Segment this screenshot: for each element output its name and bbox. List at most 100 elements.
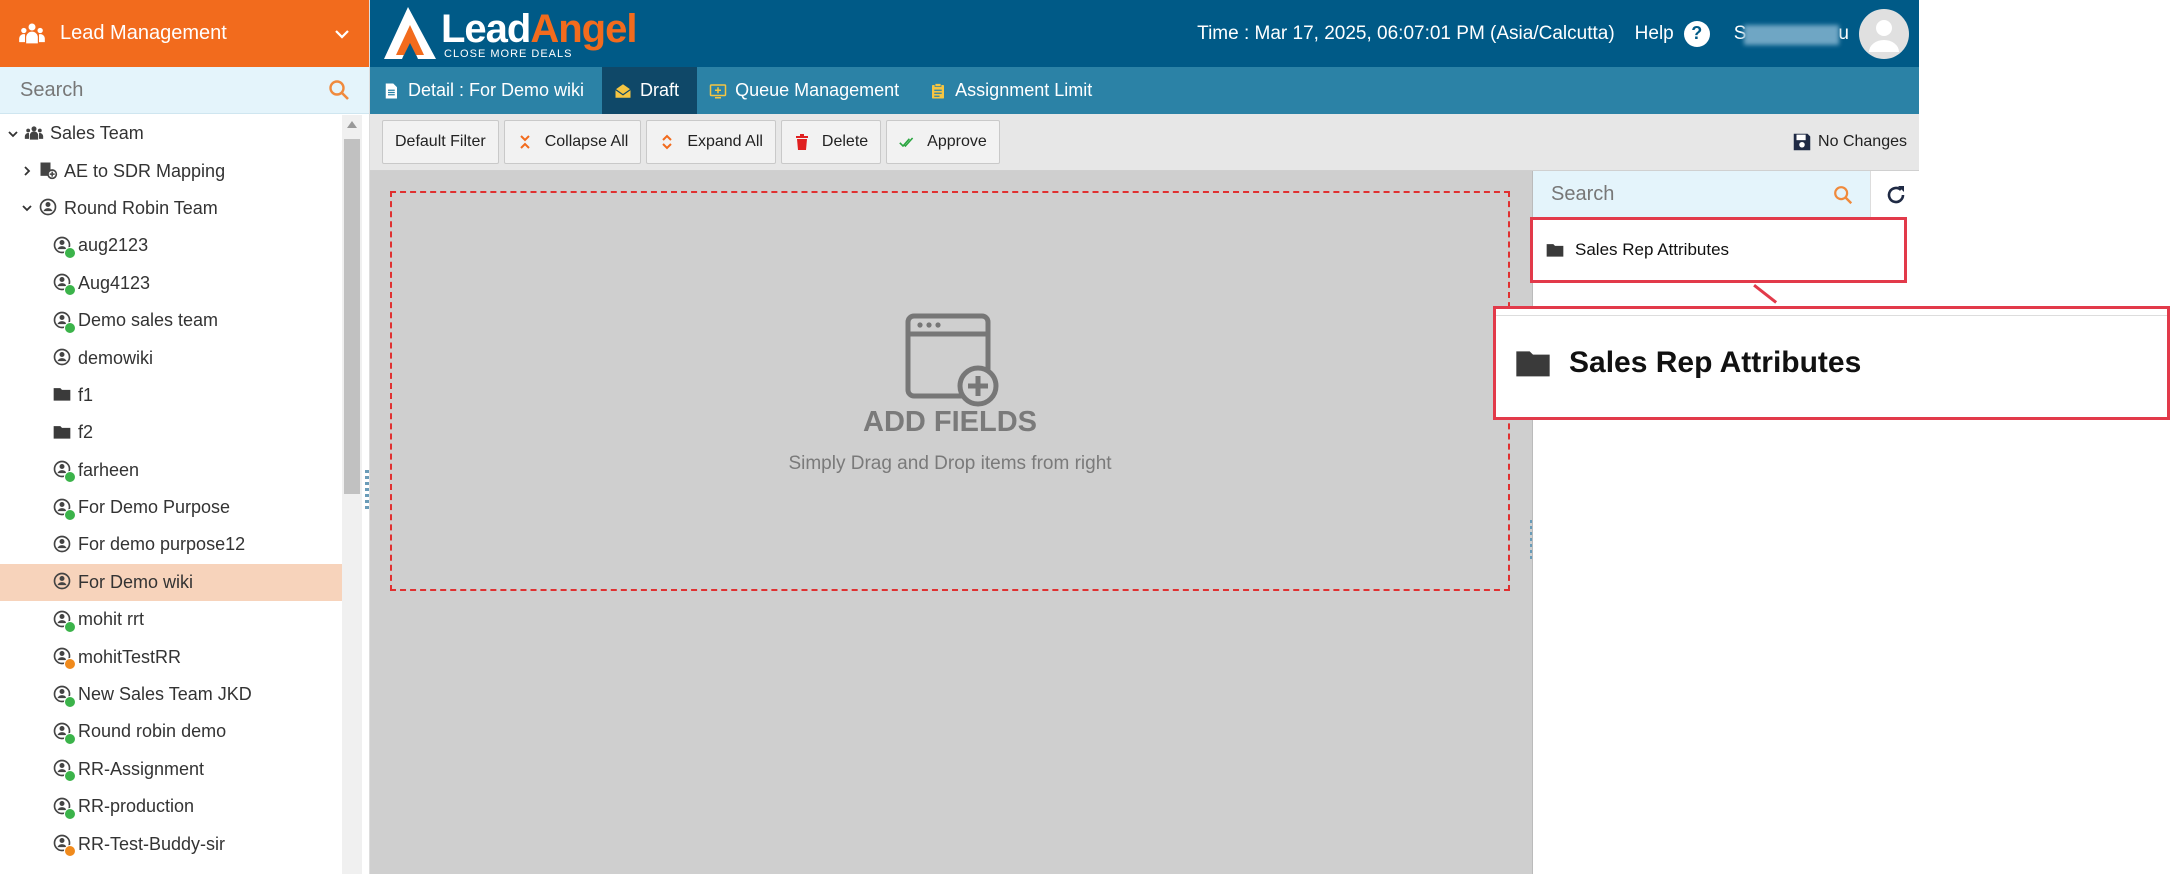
team-icon bbox=[24, 123, 46, 145]
tab-assignment-limit[interactable]: Assignment Limit bbox=[917, 67, 1110, 114]
tree-item-label: Round Robin Team bbox=[64, 197, 218, 218]
tree-item[interactable]: AE to SDR Mapping bbox=[0, 152, 342, 189]
tree-item[interactable]: aug2123 bbox=[0, 227, 342, 264]
tree-item[interactable]: RR-Test-Buddy-sir bbox=[0, 825, 342, 862]
tree-item-label: For Demo wiki bbox=[78, 571, 194, 592]
tree-item-label: Sales Team bbox=[50, 123, 144, 144]
user-menu[interactable]: Su bbox=[1734, 8, 1909, 59]
expand-all-button[interactable]: Expand All bbox=[646, 120, 776, 164]
sidebar-search-input[interactable] bbox=[18, 77, 327, 103]
tree-item-label: Round robin demo bbox=[78, 721, 227, 742]
chevron-right-icon[interactable] bbox=[20, 164, 34, 178]
round-robin-icon bbox=[52, 310, 76, 334]
tree-item[interactable]: mohitTestRR bbox=[0, 638, 342, 675]
add-fields-dropzone[interactable]: ADD FIELDS Simply Drag and Drop items fr… bbox=[390, 191, 1510, 591]
help-link[interactable]: Help ? bbox=[1635, 20, 1710, 47]
tree-item[interactable]: Aug4123 bbox=[0, 265, 342, 302]
tree-item-label: For Demo Purpose bbox=[78, 497, 231, 518]
round-robin-icon bbox=[52, 758, 76, 783]
module-switcher[interactable]: Lead Management bbox=[0, 0, 369, 67]
brand-lead: Lead bbox=[441, 7, 531, 51]
attribute-search bbox=[1533, 171, 1870, 218]
tab-queue-management[interactable]: Queue Management bbox=[697, 67, 917, 114]
folder-icon bbox=[1516, 351, 1550, 377]
refresh-icon bbox=[1887, 185, 1904, 203]
sidebar-resize-handle[interactable] bbox=[365, 470, 369, 510]
attribute-search-input[interactable] bbox=[1549, 182, 1832, 207]
tree-item[interactable]: For Demo wiki bbox=[0, 563, 342, 602]
avatar[interactable] bbox=[1859, 8, 1909, 59]
chevron-down-icon[interactable] bbox=[333, 25, 351, 43]
search-icon[interactable] bbox=[1832, 184, 1854, 206]
help-icon[interactable]: ? bbox=[1683, 20, 1710, 47]
collapse-all-button[interactable]: Collapse All bbox=[503, 120, 642, 164]
active-status-icon bbox=[64, 732, 76, 745]
round-robin-icon bbox=[52, 796, 76, 820]
sidebar-scrollbar[interactable] bbox=[342, 115, 362, 874]
active-status-icon bbox=[64, 620, 76, 633]
tree-item[interactable]: For demo purpose12 bbox=[0, 526, 342, 563]
refresh-button[interactable] bbox=[1870, 171, 1920, 218]
round-robin-icon bbox=[52, 347, 74, 369]
app-header: LeadAngel CLOSE MORE DEALS Time : Mar 17… bbox=[370, 0, 1919, 67]
active-status-icon bbox=[64, 284, 76, 297]
round-robin-icon bbox=[52, 571, 74, 593]
delete-button[interactable]: Delete bbox=[780, 120, 882, 164]
tree-item[interactable]: Round Robin Team bbox=[0, 190, 342, 227]
envelope-open-icon bbox=[615, 83, 631, 98]
scrollbar-thumb[interactable] bbox=[344, 139, 360, 494]
double-check-icon bbox=[899, 137, 914, 148]
clipboard-icon bbox=[932, 82, 945, 98]
add-window-icon bbox=[905, 313, 999, 406]
tree-item-label: farheen bbox=[78, 459, 140, 480]
tree-item[interactable]: f1 bbox=[0, 377, 342, 414]
scroll-up-arrow[interactable] bbox=[347, 121, 357, 128]
tree-item-label: RR-production bbox=[78, 796, 195, 817]
tab-queue-label: Queue Management bbox=[735, 80, 900, 100]
round-robin-icon bbox=[52, 459, 76, 484]
tree-item[interactable]: Demo sales team bbox=[0, 302, 342, 339]
tree-item[interactable]: Round robin demo bbox=[0, 713, 342, 750]
tree-item-label: RR-Assignment bbox=[78, 758, 205, 779]
round-robin-icon bbox=[52, 272, 76, 297]
leadangel-logo[interactable]: LeadAngel CLOSE MORE DEALS bbox=[380, 0, 650, 67]
chevron-down-icon[interactable] bbox=[6, 127, 20, 141]
active-status-icon bbox=[64, 471, 76, 484]
tab-detail-label: Detail : For Demo wiki bbox=[408, 80, 585, 100]
tab-detail[interactable]: Detail : For Demo wiki bbox=[370, 67, 602, 114]
document-icon bbox=[385, 83, 397, 98]
tree-item[interactable]: RR-Assignment bbox=[0, 751, 342, 788]
brand-name: LeadAngel bbox=[441, 7, 637, 52]
sales-rep-attributes-folder[interactable]: Sales Rep Attributes bbox=[1530, 217, 1907, 283]
round-robin-icon bbox=[52, 833, 76, 858]
active-status-icon bbox=[64, 770, 76, 783]
approve-button[interactable]: Approve bbox=[886, 120, 1000, 164]
round-robin-icon bbox=[38, 197, 60, 219]
tree-item-label: New Sales Team JKD bbox=[78, 684, 252, 705]
add-fields-hint: Simply Drag and Drop items from right bbox=[788, 452, 1112, 474]
round-robin-icon bbox=[52, 534, 74, 556]
tree-item[interactable]: mohit rrt bbox=[0, 601, 342, 638]
tree-item[interactable]: For Demo Purpose bbox=[0, 489, 342, 526]
tree-item-label: aug2123 bbox=[78, 235, 149, 256]
tree-item[interactable]: New Sales Team JKD bbox=[0, 676, 342, 713]
tree-item[interactable]: farheen bbox=[0, 452, 342, 489]
round-robin-icon bbox=[52, 497, 76, 521]
field-canvas: ADD FIELDS Simply Drag and Drop items fr… bbox=[370, 171, 1532, 874]
module-title: Lead Management bbox=[60, 22, 227, 44]
tree-item[interactable]: demowiki bbox=[0, 339, 342, 376]
tree-item[interactable]: f2 bbox=[0, 414, 342, 451]
tree-item[interactable]: RR-production bbox=[0, 788, 342, 825]
tab-draft[interactable]: Draft bbox=[602, 67, 698, 114]
folder-icon bbox=[52, 422, 74, 444]
active-status-icon bbox=[64, 508, 76, 521]
redaction-blur bbox=[1743, 24, 1839, 45]
search-icon[interactable] bbox=[327, 78, 351, 102]
current-time: Time : Mar 17, 2025, 06:07:01 PM (Asia/C… bbox=[1197, 22, 1615, 44]
default-filter-button[interactable]: Default Filter bbox=[382, 120, 499, 164]
add-fields-title: ADD FIELDS bbox=[863, 405, 1037, 438]
chevron-down-icon[interactable] bbox=[20, 201, 34, 215]
tree-item-label: mohitTestRR bbox=[78, 646, 182, 667]
save-status: No Changes bbox=[1791, 131, 1907, 153]
tree-item[interactable]: Sales Team bbox=[0, 115, 342, 152]
